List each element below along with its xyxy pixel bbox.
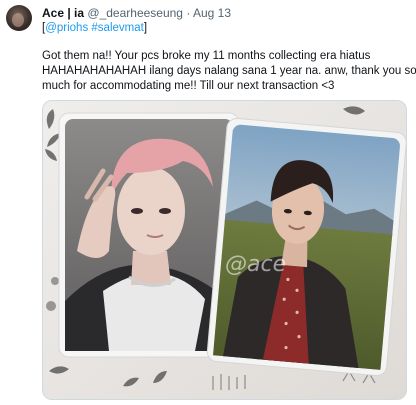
tweet-tags: [@priohs #salevmat] <box>42 22 148 34</box>
mention-link[interactable]: @priohs <box>45 22 88 34</box>
photocards-image: @ace <box>43 101 406 399</box>
tweet-text-line: HAHAHAHAHAHAH ilang days nalang sana 1 y… <box>42 65 416 77</box>
hashtag-link[interactable]: #salevmat <box>91 22 143 34</box>
tweet-header: Ace | ia @_dearheeseung · Aug 13 <box>42 6 231 20</box>
tweet-text-line: Got them na!! Your pcs broke my 11 month… <box>42 50 371 62</box>
watermark: @ace <box>225 252 286 277</box>
tweet-text: Got them na!! Your pcs broke my 11 month… <box>42 49 416 94</box>
tweet-photo[interactable]: @ace <box>42 100 407 400</box>
separator-dot: · <box>186 6 191 20</box>
avatar[interactable] <box>6 5 32 31</box>
photocard-right <box>206 117 406 377</box>
tweet-date[interactable]: Aug 13 <box>193 6 231 20</box>
user-handle[interactable]: @_dearheeseung <box>87 6 183 20</box>
tweet-text-line: much for accommodating me!! Till our nex… <box>42 80 335 92</box>
display-name[interactable]: Ace | ia <box>42 6 84 20</box>
